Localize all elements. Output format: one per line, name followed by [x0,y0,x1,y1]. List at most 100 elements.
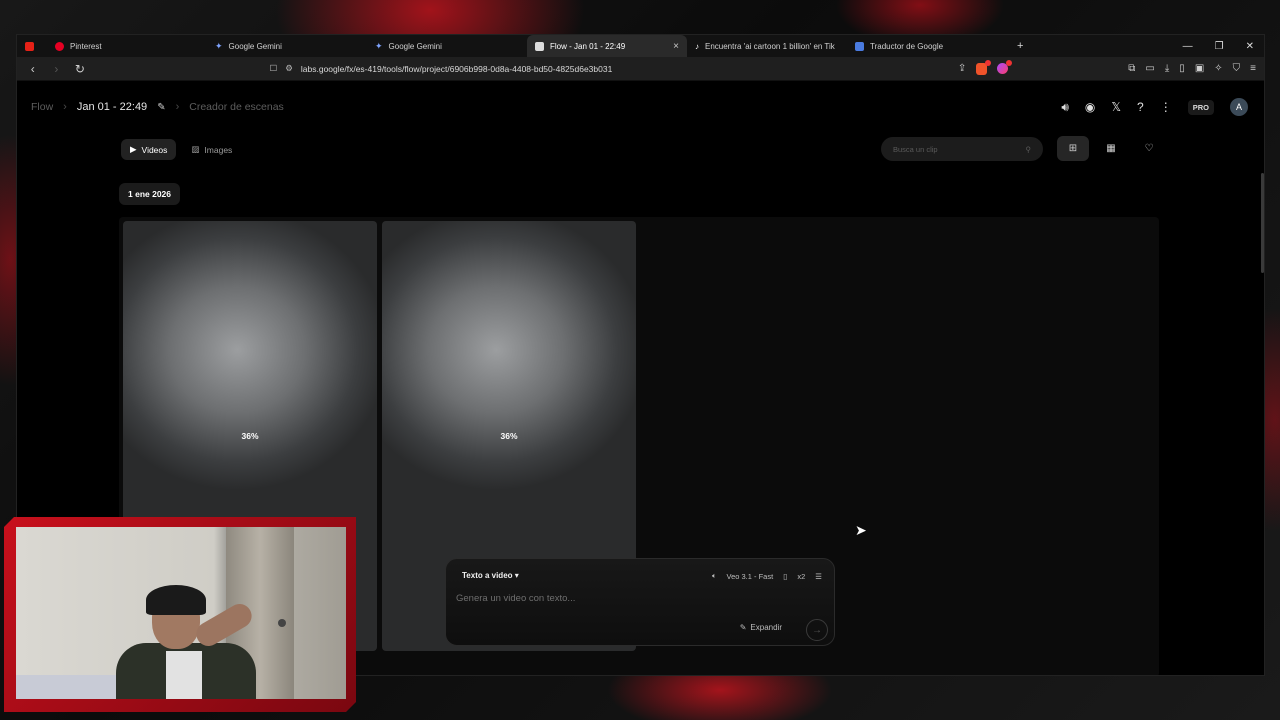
tab-gemini-1[interactable]: ✦ Google Gemini [207,35,367,57]
forward-icon[interactable]: › [49,62,65,76]
sidebar-icon[interactable]: ▯ [1179,63,1185,74]
search-clip-field[interactable]: Busca un clip ⚲ [881,137,1043,161]
site-info-icon[interactable]: ⚙ [285,63,293,74]
tab-gemini-2[interactable]: ✦ Google Gemini [367,35,527,57]
wallet-icon[interactable]: ▣ [1195,63,1204,74]
expand-label: Expandir [750,623,782,632]
table-icon: ▦ [1106,143,1116,154]
address-bar-row: ‹ › ↻ ☐ ⚙ labs.google/fx/es-419/tools/fl… [17,57,1264,81]
notification-dot [1006,60,1013,66]
person-shirt [166,651,202,699]
tab-bar: Pinterest ✦ Google Gemini ✦ Google Gemin… [17,35,1264,57]
search-icon: ⚲ [1025,144,1032,154]
tab-label: Google Gemini [388,41,442,51]
webcam-overlay [4,517,356,712]
cast-icon[interactable]: ▭ [1145,63,1154,74]
page-scrollbar[interactable] [1261,173,1264,273]
table-view-button[interactable]: ▦ [1095,136,1127,161]
prompt-input[interactable] [456,593,756,604]
video-camera-icon: ▶︎ [130,144,137,154]
pro-badge: PRO [1187,99,1214,115]
settings-sliders-icon[interactable]: ☰ [815,572,822,581]
webcam-feed [16,527,346,699]
arrow-right-icon: → [812,624,822,636]
prompt-composer: Texto a video ▾ 🔈︎ Veo 3.1 - Fast ▯ x2 ☰… [445,558,835,646]
brave-rewards-icon[interactable] [997,60,1013,74]
download-icon[interactable]: ⤓ [1165,63,1169,74]
help-icon[interactable]: ? [1137,100,1144,114]
grid-icon: ⊞ [1068,143,1078,154]
reload-icon[interactable]: ↻ [72,62,88,76]
discord-icon[interactable]: ◉ [1085,100,1095,114]
tab-translate[interactable]: Traductor de Google [847,35,1007,57]
tab-videos-label: Videos [141,144,168,155]
url-text[interactable]: labs.google/fx/es-419/tools/flow/project… [301,64,612,74]
expand-button[interactable]: ✎ Expandir [740,623,782,632]
share-icon[interactable]: ⇪ [958,63,966,74]
date-group-label: 1 ene 2026 [119,183,181,205]
edit-title-icon[interactable]: ✎ [157,102,165,113]
output-count[interactable]: x2 [797,572,805,581]
close-window-icon[interactable]: ✕ [1246,41,1254,52]
brave-shields-icon[interactable] [976,59,992,75]
model-settings: 🔈︎ Veo 3.1 - Fast ▯ x2 ☰ [712,571,822,581]
translate-icon [855,41,864,51]
generation-progress: 36% [500,431,518,441]
mode-label: Texto a video [462,571,513,580]
tab-pinterest[interactable]: Pinterest [47,35,207,57]
blanket [16,675,116,699]
bookmark-icon[interactable]: ☐ [270,63,278,74]
x-icon[interactable]: 𝕏 [1111,100,1121,114]
minimize-icon[interactable]: — [1183,41,1193,52]
grid-view-button[interactable]: ⊞ [1057,136,1089,161]
notification-dot [985,59,992,66]
breadcrumb: Flow › Jan 01 - 22:49 ✎ › Creador de esc… [31,101,284,113]
tab-images[interactable]: ▨ Images [182,139,241,160]
vpn-icon[interactable]: ⛉ [1233,63,1241,74]
header-actions: 🔊︎ ◉ 𝕏 ? ⋮ PRO A [1061,98,1248,116]
tab-videos[interactable]: ▶︎ Videos [121,139,177,160]
chevron-right-icon: › [63,101,67,113]
mode-select[interactable]: Texto a video ▾ [462,571,519,580]
breadcrumb-flow[interactable]: Flow [31,101,53,113]
model-name[interactable]: Veo 3.1 - Fast [727,572,774,581]
avatar[interactable]: A [1230,98,1248,116]
image-icon: ▨ [191,144,200,154]
generation-progress: 36% [241,431,259,441]
restore-icon[interactable]: ❐ [1215,41,1224,52]
project-title: Jan 01 - 22:49 [76,101,148,113]
tab-images-label: Images [204,144,233,155]
menu-icon[interactable]: ≡ [1250,63,1256,74]
search-placeholder: Busca un clip [893,144,938,154]
chevron-down-icon: ▾ [514,571,519,580]
tab-label: Traductor de Google [870,41,944,51]
gemini-icon: ✦ [375,40,383,51]
favorites-button[interactable]: ♡ [1133,136,1165,161]
tab-label: Pinterest [70,41,102,51]
mouse-cursor-icon: ➤ [855,522,867,538]
pinterest-icon [55,41,64,51]
magic-pen-icon: ✎ [739,623,747,632]
audio-icon[interactable]: 🔈︎ [712,571,717,581]
sound-icon[interactable]: 🔊︎ [1061,100,1069,115]
tab-label: Flow - Jan 01 - 22:49 [550,41,626,51]
leo-ai-icon[interactable]: ✧ [1214,63,1222,74]
close-tab-icon[interactable]: × [673,41,679,52]
back-icon[interactable]: ‹ [25,62,41,76]
send-button[interactable]: → [806,619,828,641]
tiktok-icon: ♪ [695,41,699,51]
extensions-icon[interactable]: ⧉ [1128,63,1135,74]
media-type-toggle: ▶︎ Videos ▨ Images [121,139,241,160]
view-toggle: ⊞ ▦ ♡ [1057,136,1165,161]
breadcrumb-scene-builder[interactable]: Creador de escenas [189,101,284,113]
chevron-right-icon: › [175,101,180,113]
tab-tiktok[interactable]: ♪ Encuentra 'ai cartoon 1 billion' en Ti… [687,35,847,57]
new-tab-button[interactable]: + [1007,40,1033,52]
person-hair [146,585,206,615]
aspect-ratio-icon[interactable]: ▯ [783,572,787,581]
tab-youtube[interactable] [17,35,47,57]
more-vert-icon[interactable]: ⋮ [1160,100,1172,114]
address-bar[interactable]: ☐ ⚙ labs.google/fx/es-419/tools/flow/pro… [270,63,950,74]
tab-flow[interactable]: Flow - Jan 01 - 22:49 × [527,35,687,57]
tab-label: Google Gemini [228,41,282,51]
